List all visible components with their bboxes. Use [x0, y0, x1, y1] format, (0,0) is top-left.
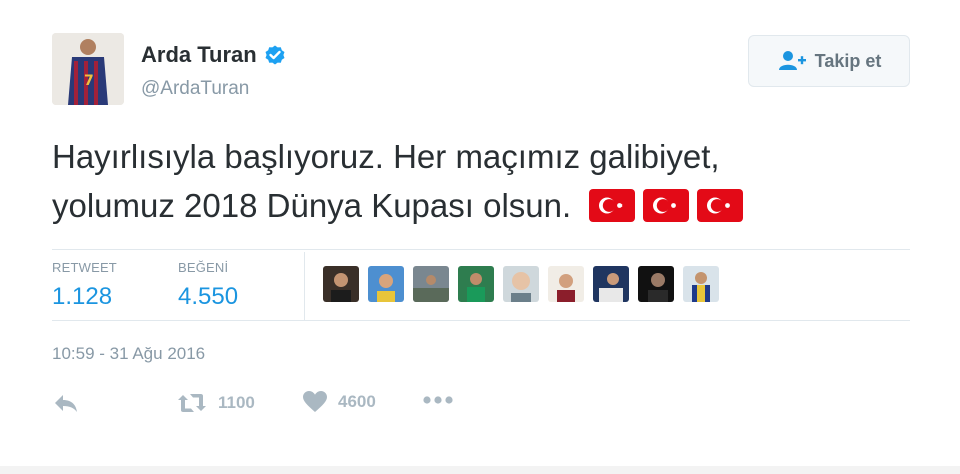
follow-button-label: Takip et	[814, 50, 882, 71]
more-button[interactable]	[422, 395, 454, 405]
retweet-button[interactable]: 1100	[176, 390, 255, 416]
likes-stat-label: BEĞENİ	[178, 260, 229, 275]
retweet-icon	[178, 394, 206, 412]
retweet-stat-label: RETWEET	[52, 260, 117, 275]
reply-icon	[55, 395, 77, 412]
tweet-text: Hayırlısıyla başlıyoruz. Her maçımız gal…	[52, 132, 912, 230]
follow-button[interactable]: Takip et	[748, 35, 910, 87]
like-count: 4600	[338, 392, 376, 411]
retweet-stat-value: 1.128	[52, 283, 113, 310]
heart-icon	[303, 391, 327, 412]
stats-top-divider	[52, 249, 910, 250]
tweet-line-1: Hayırlısıyla başlıyoruz. Her maçımız gal…	[52, 138, 720, 175]
retweet-count: 1100	[218, 393, 255, 412]
flag-emojis	[581, 187, 744, 224]
author-name[interactable]: Arda Turan	[141, 42, 257, 68]
tweet-line-2: yolumuz 2018 Dünya Kupası olsun.	[52, 181, 912, 230]
stats-bottom-divider	[52, 320, 910, 321]
liker-avatar[interactable]	[548, 266, 584, 302]
liker-avatar[interactable]	[503, 266, 539, 302]
likes-stat-value: 4.550	[178, 283, 239, 310]
likes-stat[interactable]: BEĞENİ 4.550	[178, 260, 238, 311]
svg-text:7: 7	[84, 73, 94, 89]
like-button[interactable]: 4600	[302, 390, 376, 414]
flag-turkey-icon	[643, 189, 690, 222]
liker-avatar[interactable]	[683, 266, 719, 302]
tweet-timestamp[interactable]: 10:59 - 31 Ağu 2016	[52, 344, 205, 364]
avatar-jersey-icon: 7	[52, 33, 124, 105]
verified-badge-icon	[265, 45, 285, 65]
tweet-line-2-text: yolumuz 2018 Dünya Kupası olsun.	[52, 187, 572, 224]
flag-turkey-icon	[697, 189, 744, 222]
flag-turkey-icon	[589, 189, 636, 222]
liker-avatar[interactable]	[413, 266, 449, 302]
author-avatar[interactable]: 7	[52, 33, 124, 105]
bottom-border	[0, 466, 960, 474]
add-user-icon	[778, 51, 806, 70]
liker-avatar[interactable]	[323, 266, 359, 302]
liker-avatar[interactable]	[368, 266, 404, 302]
retweet-stat[interactable]: RETWEET 1.128	[52, 260, 117, 311]
liker-avatar[interactable]	[458, 266, 494, 302]
author-handle[interactable]: @ArdaTuran	[141, 78, 249, 100]
stats-separator	[304, 252, 305, 320]
liker-avatar[interactable]	[593, 266, 629, 302]
liker-avatars	[323, 266, 728, 302]
liker-avatar[interactable]	[638, 266, 674, 302]
more-icon	[423, 396, 453, 404]
reply-button[interactable]	[52, 392, 80, 414]
